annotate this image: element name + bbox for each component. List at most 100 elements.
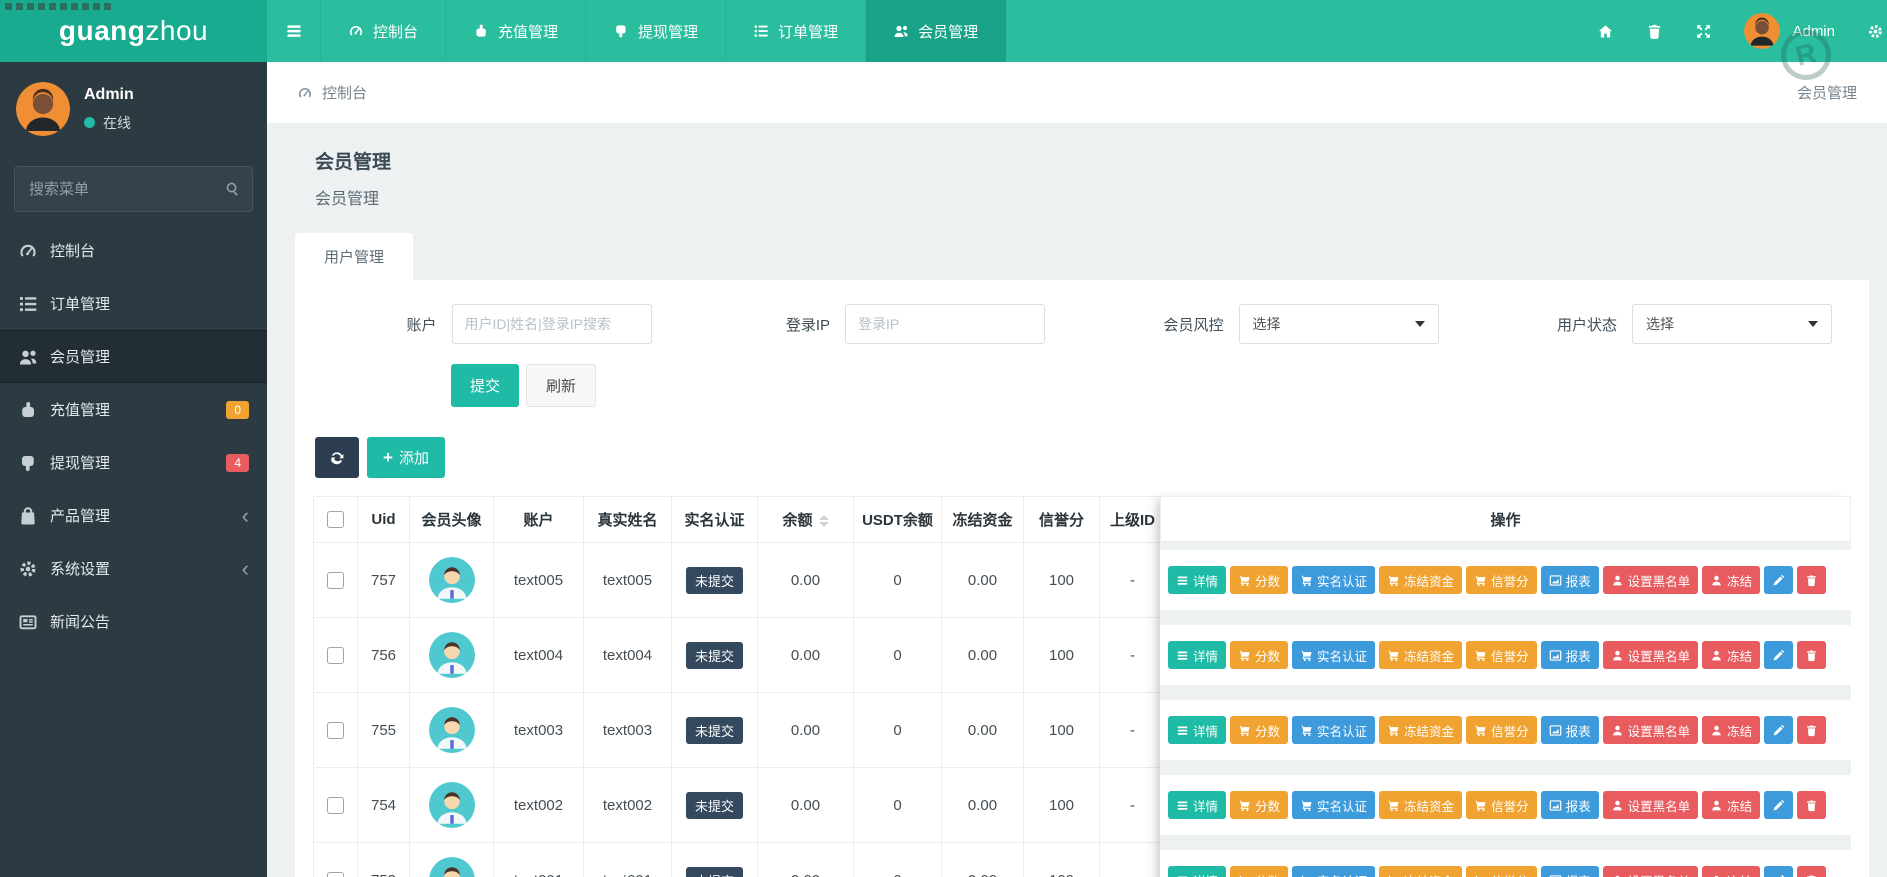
account-search-input[interactable] — [452, 304, 652, 344]
risk-select[interactable]: 选择 — [1239, 304, 1439, 344]
pencil-icon — [1772, 874, 1785, 877]
top-nav-menu: 控制台 充值管理 提现管理 订单管理 会员管理 — [321, 0, 1006, 62]
tab-bar: 用户管理 — [295, 233, 1869, 280]
edit-button[interactable] — [1764, 791, 1793, 819]
score-button[interactable]: 分数 — [1230, 716, 1288, 744]
report-button[interactable]: 报表 — [1541, 791, 1599, 819]
blacklist-button[interactable]: 设置黑名单 — [1603, 716, 1699, 744]
report-button[interactable]: 报表 — [1541, 866, 1599, 877]
score-button[interactable]: 分数 — [1230, 791, 1288, 819]
sidebar-item-dashboard[interactable]: 控制台 — [0, 224, 267, 277]
freeze-funds-button[interactable]: 冻结资金 — [1379, 866, 1462, 877]
blacklist-button[interactable]: 设置黑名单 — [1603, 566, 1699, 594]
edit-button[interactable] — [1764, 716, 1793, 744]
breadcrumb-dashboard-link[interactable]: 控制台 — [322, 82, 367, 103]
sidebar-item-members[interactable]: 会员管理 — [0, 330, 267, 383]
freeze-funds-button[interactable]: 冻结资金 — [1379, 641, 1462, 669]
nav-item-dashboard[interactable]: 控制台 — [321, 0, 446, 62]
report-button[interactable]: 报表 — [1541, 716, 1599, 744]
freeze-user-button[interactable]: 冻结 — [1702, 791, 1760, 819]
credit-score-button[interactable]: 信誉分 — [1466, 716, 1537, 744]
sidebar-toggle-button[interactable] — [267, 0, 321, 62]
tachometer-icon — [348, 23, 364, 39]
refresh-button[interactable]: 刷新 — [526, 364, 596, 407]
gear-icon[interactable] — [1867, 23, 1884, 40]
row-checkbox[interactable] — [327, 872, 344, 877]
list-ol-icon — [753, 23, 769, 39]
list-icon — [1176, 799, 1189, 812]
nav-item-withdraw[interactable]: 提现管理 — [586, 0, 726, 62]
row-checkbox[interactable] — [327, 647, 344, 664]
freeze-user-button[interactable]: 冻结 — [1702, 716, 1760, 744]
realname-auth-button[interactable]: 实名认证 — [1292, 716, 1375, 744]
sidebar-item-news[interactable]: 新闻公告 — [0, 595, 267, 648]
edit-button[interactable] — [1764, 566, 1793, 594]
report-button[interactable]: 报表 — [1541, 566, 1599, 594]
sort-control[interactable] — [819, 515, 829, 527]
menu-search-input[interactable] — [14, 166, 253, 212]
detail-button[interactable]: 详情 — [1168, 566, 1226, 594]
sidebar-item-withdraw[interactable]: 提现管理 4 — [0, 436, 267, 489]
blacklist-button[interactable]: 设置黑名单 — [1603, 791, 1699, 819]
delete-button[interactable] — [1797, 566, 1826, 594]
freeze-user-button[interactable]: 冻结 — [1702, 566, 1760, 594]
login-ip-input[interactable] — [845, 304, 1045, 344]
row-checkbox[interactable] — [327, 722, 344, 739]
nav-item-recharge[interactable]: 充值管理 — [446, 0, 586, 62]
hand-up-icon — [473, 23, 489, 39]
col-usdt: USDT余额 — [854, 497, 942, 543]
row-checkbox[interactable] — [327, 572, 344, 589]
trash-icon[interactable] — [1646, 23, 1663, 40]
score-button[interactable]: 分数 — [1230, 866, 1288, 877]
reload-table-button[interactable] — [315, 437, 359, 478]
fullscreen-icon[interactable] — [1695, 23, 1712, 40]
cart-icon — [1474, 574, 1487, 587]
credit-score-button[interactable]: 信誉分 — [1466, 791, 1537, 819]
freeze-funds-button[interactable]: 冻结资金 — [1379, 791, 1462, 819]
credit-score-button[interactable]: 信誉分 — [1466, 641, 1537, 669]
blacklist-button[interactable]: 设置黑名单 — [1603, 641, 1699, 669]
add-member-button[interactable]: + 添加 — [367, 437, 445, 478]
detail-button[interactable]: 详情 — [1168, 791, 1226, 819]
freeze-user-button[interactable]: 冻结 — [1702, 866, 1760, 877]
nav-item-members[interactable]: 会员管理 — [866, 0, 1006, 62]
tab-user-management[interactable]: 用户管理 — [295, 233, 413, 280]
detail-button[interactable]: 详情 — [1168, 866, 1226, 877]
credit-score-button[interactable]: 信誉分 — [1466, 866, 1537, 877]
sidebar-item-settings[interactable]: 系统设置 ‹ — [0, 542, 267, 595]
chart-icon — [1549, 649, 1562, 662]
cell-avatar — [410, 843, 494, 877]
delete-button[interactable] — [1797, 641, 1826, 669]
delete-button[interactable] — [1797, 791, 1826, 819]
detail-button[interactable]: 详情 — [1168, 716, 1226, 744]
nav-item-orders[interactable]: 订单管理 — [726, 0, 866, 62]
delete-button[interactable] — [1797, 866, 1826, 877]
withdraw-count-badge: 4 — [226, 454, 249, 472]
submit-button[interactable]: 提交 — [451, 364, 519, 407]
sidebar-item-orders[interactable]: 订单管理 — [0, 277, 267, 330]
sidebar-item-recharge[interactable]: 充值管理 0 — [0, 383, 267, 436]
search-icon[interactable] — [225, 181, 240, 196]
sidebar-item-products[interactable]: 产品管理 ‹ — [0, 489, 267, 542]
report-button[interactable]: 报表 — [1541, 641, 1599, 669]
delete-button[interactable] — [1797, 716, 1826, 744]
profile-name: Admin — [84, 86, 134, 104]
score-button[interactable]: 分数 — [1230, 641, 1288, 669]
detail-button[interactable]: 详情 — [1168, 641, 1226, 669]
user-status-select[interactable]: 选择 — [1632, 304, 1832, 344]
home-icon[interactable] — [1597, 23, 1614, 40]
score-button[interactable]: 分数 — [1230, 566, 1288, 594]
freeze-funds-button[interactable]: 冻结资金 — [1379, 716, 1462, 744]
realname-auth-button[interactable]: 实名认证 — [1292, 866, 1375, 877]
freeze-user-button[interactable]: 冻结 — [1702, 641, 1760, 669]
realname-auth-button[interactable]: 实名认证 — [1292, 566, 1375, 594]
realname-auth-button[interactable]: 实名认证 — [1292, 791, 1375, 819]
credit-score-button[interactable]: 信誉分 — [1466, 566, 1537, 594]
row-checkbox[interactable] — [327, 797, 344, 814]
select-all-checkbox[interactable] — [327, 511, 344, 528]
edit-button[interactable] — [1764, 641, 1793, 669]
edit-button[interactable] — [1764, 866, 1793, 877]
realname-auth-button[interactable]: 实名认证 — [1292, 641, 1375, 669]
freeze-funds-button[interactable]: 冻结资金 — [1379, 566, 1462, 594]
blacklist-button[interactable]: 设置黑名单 — [1603, 866, 1699, 877]
